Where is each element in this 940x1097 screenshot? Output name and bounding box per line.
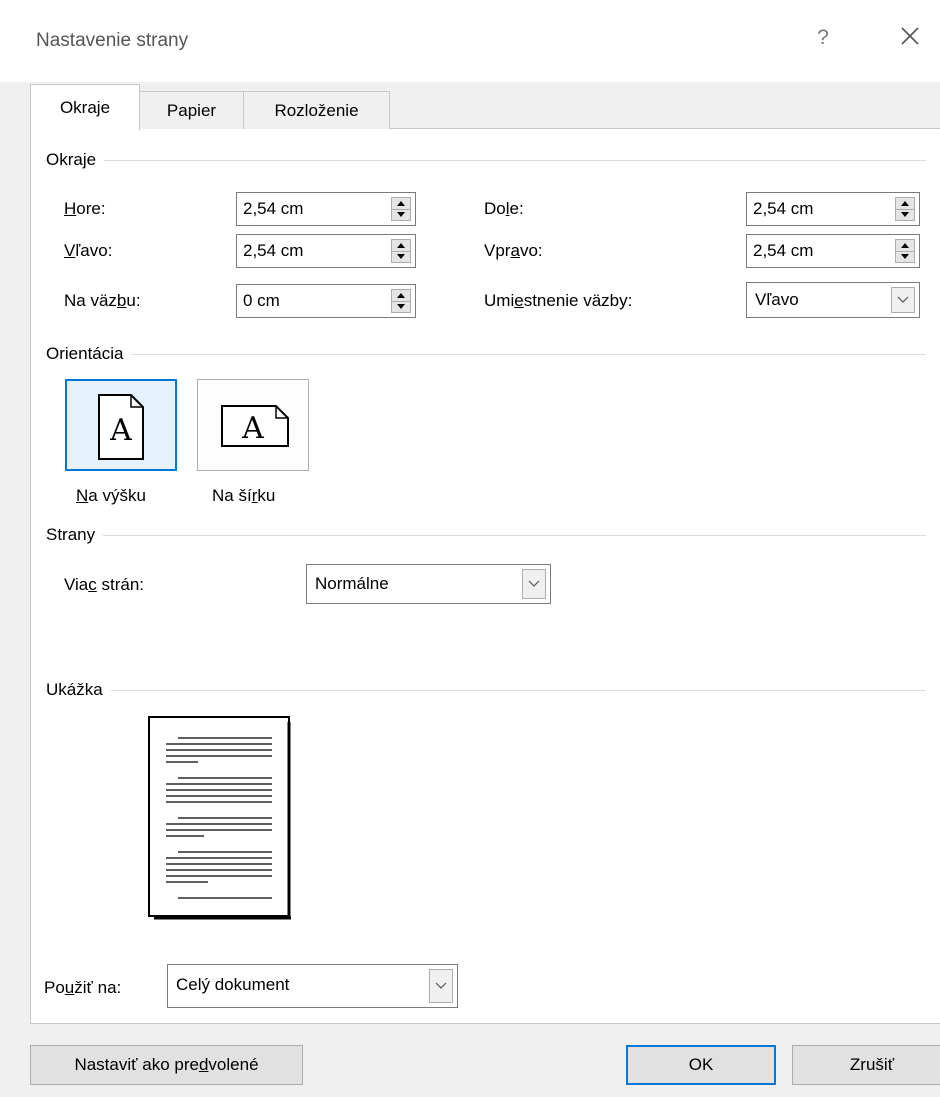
help-button[interactable]: ? — [813, 26, 833, 50]
tab-label: Okraje — [59, 97, 111, 117]
left-margin-spin-buttons[interactable] — [391, 239, 411, 263]
multiple-pages-select[interactable]: Normálne — [306, 564, 551, 604]
spin-down-icon[interactable] — [397, 304, 405, 309]
page-preview — [148, 716, 294, 920]
set-default-button[interactable]: Nastaviť ako predvolené — [30, 1045, 303, 1085]
cancel-label: Zrušiť — [849, 1055, 895, 1074]
cancel-button[interactable]: Zrušiť — [792, 1045, 940, 1085]
portrait-page-icon: A — [98, 394, 144, 460]
right-margin-spinner[interactable]: 2,54 cm — [746, 234, 920, 268]
set-default-label: Nastaviť ako predvolené — [74, 1055, 259, 1074]
spin-up-icon[interactable] — [901, 243, 909, 248]
bottom-margin-value: 2,54 cm — [753, 199, 814, 218]
gutter-spin-buttons[interactable] — [391, 289, 411, 313]
landscape-page-icon: A — [221, 405, 289, 447]
gutter-position-dropdown-button[interactable] — [891, 287, 915, 313]
portrait-option[interactable]: A — [65, 379, 177, 471]
left-margin-label: Vľavo: — [64, 241, 113, 260]
apply-to-dropdown-button[interactable] — [429, 969, 453, 1003]
top-margin-spinner[interactable]: 2,54 cm — [236, 192, 416, 226]
page-preview-icon — [148, 716, 291, 920]
gutter-spinner[interactable]: 0 cm — [236, 284, 416, 318]
multiple-pages-label: Viac strán: — [64, 575, 145, 594]
tab-label: Rozloženie — [274, 100, 359, 120]
top-margin-value: 2,54 cm — [243, 199, 304, 218]
tab-paper[interactable]: Papier — [139, 91, 244, 129]
landscape-label: Na šírku — [212, 486, 276, 505]
apply-to-value: Celý dokument — [176, 975, 290, 994]
spin-up-icon[interactable] — [901, 201, 909, 206]
bottom-margin-spin-buttons[interactable] — [895, 197, 915, 221]
gutter-position-select[interactable]: Vľavo — [746, 282, 920, 318]
close-icon — [901, 27, 919, 45]
right-margin-spin-buttons[interactable] — [895, 239, 915, 263]
chevron-down-icon — [897, 296, 909, 303]
top-margin-label: Hore: — [64, 199, 106, 218]
landscape-option[interactable]: A — [197, 379, 309, 471]
bottom-margin-label: Dole: — [484, 199, 524, 218]
spin-up-icon[interactable] — [397, 293, 405, 298]
landscape-glyph: A — [241, 411, 264, 446]
gutter-position-label: Umiestnenie väzby: — [484, 291, 633, 310]
dialog-title: Nastavenie strany — [36, 30, 189, 51]
tab-label: Papier — [166, 100, 217, 120]
margins-group-line — [44, 160, 926, 161]
pages-group-line — [44, 535, 926, 536]
gutter-label: Na väzbu: — [64, 291, 141, 310]
preview-group-label: Ukážka — [46, 680, 111, 700]
right-margin-value: 2,54 cm — [753, 241, 814, 260]
right-margin-label: Vpravo: — [484, 241, 543, 260]
ok-label: OK — [688, 1055, 714, 1074]
spin-up-icon[interactable] — [397, 201, 405, 206]
preview-group-line — [44, 690, 926, 691]
margins-group-label: Okraje — [46, 150, 105, 170]
orientation-group-label: Orientácia — [46, 344, 132, 364]
spin-down-icon[interactable] — [901, 212, 909, 217]
portrait-glyph: A — [109, 413, 132, 448]
gutter-position-value: Vľavo — [755, 290, 799, 309]
multiple-pages-dropdown-button[interactable] — [522, 569, 546, 599]
bottom-margin-spinner[interactable]: 2,54 cm — [746, 192, 920, 226]
ok-button[interactable]: OK — [626, 1045, 776, 1085]
top-margin-spin-buttons[interactable] — [391, 197, 411, 221]
apply-to-select[interactable]: Celý dokument — [167, 964, 458, 1008]
left-margin-value: 2,54 cm — [243, 241, 304, 260]
left-margin-spinner[interactable]: 2,54 cm — [236, 234, 416, 268]
spin-down-icon[interactable] — [397, 212, 405, 217]
chevron-down-icon — [528, 580, 540, 587]
portrait-label: Na výšku — [76, 486, 146, 505]
close-button[interactable] — [896, 22, 924, 50]
chevron-down-icon — [435, 982, 447, 989]
tab-layout[interactable]: Rozloženie — [243, 91, 390, 129]
tab-margins[interactable]: Okraje — [30, 84, 140, 130]
gutter-value: 0 cm — [243, 291, 280, 310]
spin-down-icon[interactable] — [901, 254, 909, 259]
spin-up-icon[interactable] — [397, 243, 405, 248]
apply-to-label: Použiť na: — [44, 978, 122, 997]
pages-group-label: Strany — [46, 525, 104, 545]
spin-down-icon[interactable] — [397, 254, 405, 259]
orientation-group-line — [44, 354, 926, 355]
multiple-pages-value: Normálne — [315, 574, 389, 593]
